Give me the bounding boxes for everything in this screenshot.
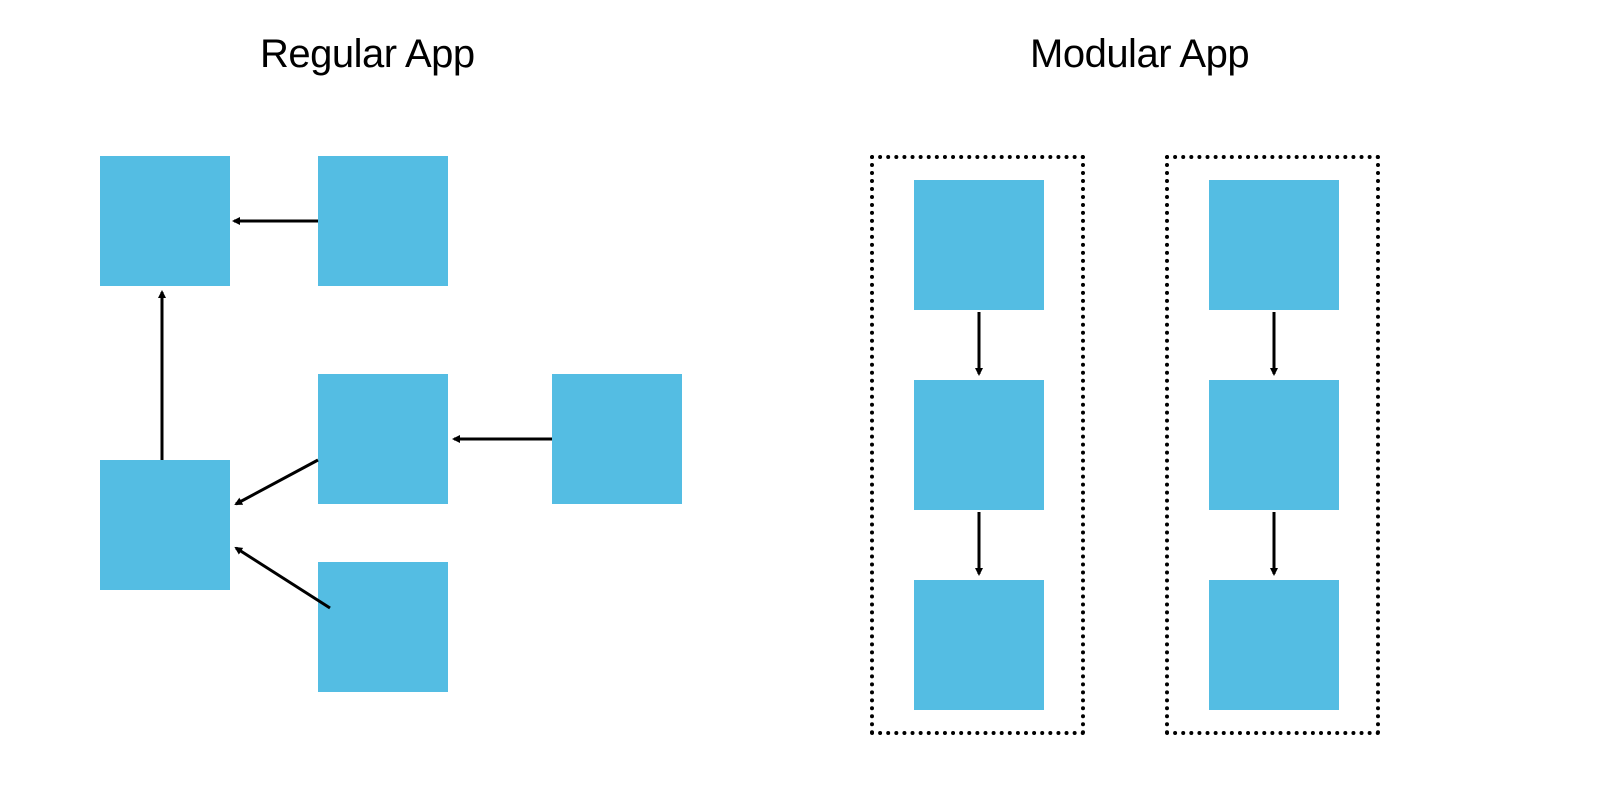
regular-box-1 [100,156,230,286]
left-diagram-title: Regular App [260,32,475,77]
regular-box-3 [100,460,230,590]
regular-box-6 [552,374,682,504]
regular-box-2 [318,156,448,286]
modular-box-2b [1209,380,1339,510]
modular-box-1c [914,580,1044,710]
modular-box-2c [1209,580,1339,710]
right-diagram-title: Modular App [1030,32,1249,77]
modular-box-1b [914,380,1044,510]
modular-box-1a [914,180,1044,310]
regular-box-5 [318,562,448,692]
modular-box-2a [1209,180,1339,310]
regular-box-4 [318,374,448,504]
arrow-l5-l3 [236,548,330,608]
arrow-l4-l3 [236,460,318,504]
